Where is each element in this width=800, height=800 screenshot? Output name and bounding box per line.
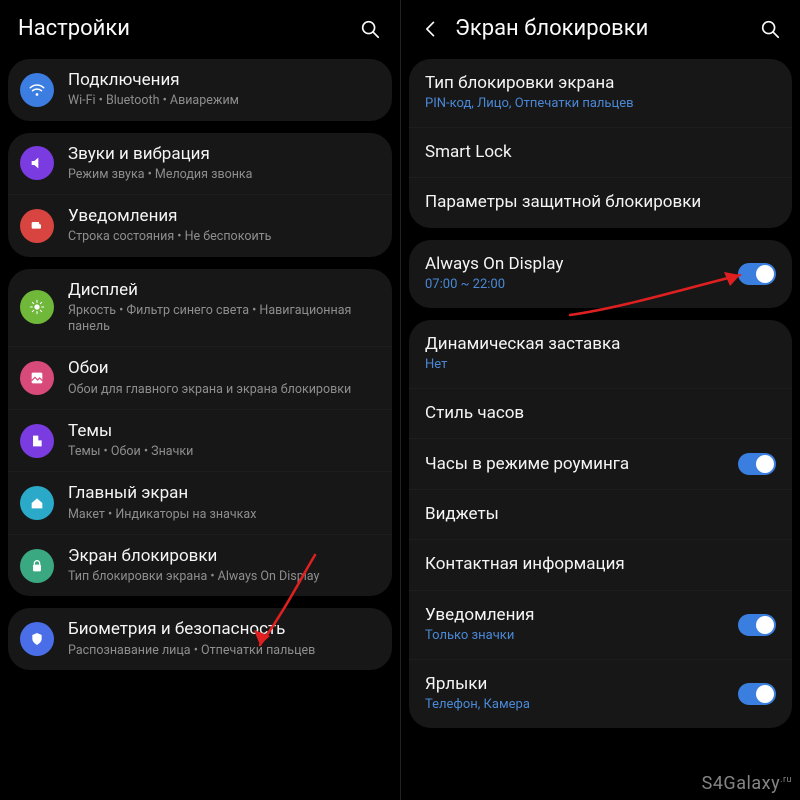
themes-icon [20,424,54,458]
item-title: Главный экран [68,483,378,504]
item-sub: Строка состояния • Не беспокоить [68,229,378,245]
item-sub: Режим звука • Мелодия звонка [68,167,378,183]
item-title: Подключения [68,70,378,91]
item-shortcuts[interactable]: Ярлыки Телефон, Камера [409,659,792,728]
item-title: Обои [68,358,378,379]
item-sub: Wi-Fi • Bluetooth • Авиарежим [68,93,378,109]
settings-group: Звуки и вибрация Режим звука • Мелодия з… [8,133,392,257]
item-sub: Распознавание лица • Отпечатки пальцев [68,643,378,659]
settings-item-connections[interactable]: Подключения Wi-Fi • Bluetooth • Авиарежи… [8,59,392,121]
settings-item-homescreen[interactable]: Главный экран Макет • Индикаторы на знач… [8,471,392,534]
notification-icon [20,209,54,243]
item-title: Биометрия и безопасность [68,619,378,640]
toggle-notifications[interactable] [738,614,776,636]
search-icon[interactable] [758,17,782,41]
lockscreen-pane: Экран блокировки Тип блокировки экрана P… [400,0,800,800]
settings-list[interactable]: Подключения Wi-Fi • Bluetooth • Авиарежи… [0,59,400,800]
settings-group: Always On Display 07:00 ~ 22:00 [409,240,792,308]
item-secure-lock-settings[interactable]: Параметры защитной блокировки [409,177,792,227]
item-title: Уведомления [68,206,378,227]
item-notifications[interactable]: Уведомления Только значки [409,590,792,659]
home-icon [20,486,54,520]
lockscreen-list[interactable]: Тип блокировки экрана PIN-код, Лицо, Отп… [401,59,800,800]
item-widgets[interactable]: Виджеты [409,489,792,539]
settings-pane: Настройки Подключения Wi-Fi • Bluetooth … [0,0,400,800]
settings-item-sounds[interactable]: Звуки и вибрация Режим звука • Мелодия з… [8,133,392,195]
settings-item-notifications[interactable]: Уведомления Строка состояния • Не беспок… [8,194,392,257]
item-sub: Тип блокировки экрана • Always On Displa… [68,569,378,585]
item-title: Smart Lock [425,142,776,163]
item-sub: Только значки [425,628,738,645]
item-title: Стиль часов [425,403,776,424]
toggle-roaming-clock[interactable] [738,453,776,475]
display-icon [20,290,54,324]
item-smart-lock[interactable]: Smart Lock [409,127,792,177]
item-title: Always On Display [425,254,738,275]
header-left: Настройки [0,0,400,59]
item-title: Виджеты [425,504,776,525]
item-title: Контактная информация [425,554,776,575]
item-sub: Макет • Индикаторы на значках [68,507,378,523]
item-sub: Нет [425,357,776,374]
item-title: Динамическая заставка [425,334,776,355]
toggle-shortcuts[interactable] [738,683,776,705]
back-button[interactable] [419,17,443,41]
settings-group: Подключения Wi-Fi • Bluetooth • Авиарежи… [8,59,392,121]
wifi-icon [20,73,54,107]
item-title: Тип блокировки экрана [425,73,776,94]
item-always-on-display[interactable]: Always On Display 07:00 ~ 22:00 [409,240,792,308]
lock-icon [20,549,54,583]
item-title: Ярлыки [425,674,738,695]
page-title: Настройки [18,16,346,41]
item-sub: Яркость • Фильтр синего света • Навигаци… [68,303,378,336]
item-lock-type[interactable]: Тип блокировки экрана PIN-код, Лицо, Отп… [409,59,792,127]
header-right: Экран блокировки [401,0,800,59]
wallpaper-icon [20,361,54,395]
page-title: Экран блокировки [455,16,746,41]
item-sub: Темы • Обои • Значки [68,444,378,460]
item-sub: PIN-код, Лицо, Отпечатки пальцев [425,96,776,113]
item-title: Звуки и вибрация [68,144,378,165]
settings-item-biometrics[interactable]: Биометрия и безопасность Распознавание л… [8,608,392,670]
item-sub: Телефон, Камера [425,697,738,714]
item-sub: Обои для главного экрана и экрана блокир… [68,382,378,398]
toggle-aod[interactable] [738,263,776,285]
settings-item-lockscreen[interactable]: Экран блокировки Тип блокировки экрана •… [8,534,392,597]
item-clock-style[interactable]: Стиль часов [409,388,792,438]
settings-item-display[interactable]: Дисплей Яркость • Фильтр синего света • … [8,269,392,347]
settings-group: Биометрия и безопасность Распознавание л… [8,608,392,670]
item-sub: 07:00 ~ 22:00 [425,277,738,294]
search-icon[interactable] [358,17,382,41]
settings-item-themes[interactable]: Темы Темы • Обои • Значки [8,409,392,472]
shield-icon [20,622,54,656]
item-roaming-clock[interactable]: Часы в режиме роуминга [409,438,792,489]
settings-group: Дисплей Яркость • Фильтр синего света • … [8,269,392,597]
item-title: Дисплей [68,280,378,301]
item-title: Темы [68,421,378,442]
item-title: Параметры защитной блокировки [425,192,776,213]
settings-group: Динамическая заставка Нет Стиль часов Ча… [409,320,792,728]
item-title: Экран блокировки [68,546,378,567]
settings-group: Тип блокировки экрана PIN-код, Лицо, Отп… [409,59,792,228]
settings-item-wallpaper[interactable]: Обои Обои для главного экрана и экрана б… [8,346,392,409]
sound-icon [20,146,54,180]
item-dynamic-lockscreen[interactable]: Динамическая заставка Нет [409,320,792,388]
item-contact-info[interactable]: Контактная информация [409,539,792,589]
item-title: Уведомления [425,605,738,626]
item-title: Часы в режиме роуминга [425,454,738,475]
